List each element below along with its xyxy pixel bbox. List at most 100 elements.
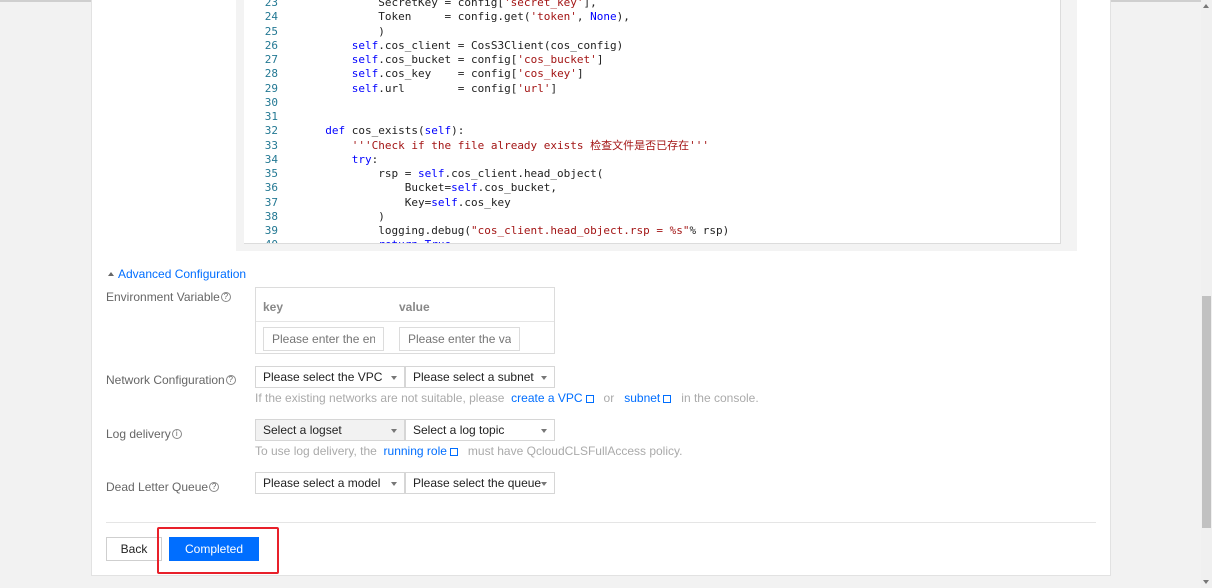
vpc-select-value: Please select the VPC bbox=[263, 370, 383, 384]
external-link-icon bbox=[585, 395, 594, 403]
code-text[interactable]: Bucket=self.cos_bucket, bbox=[312, 181, 557, 195]
env-key-input[interactable] bbox=[263, 327, 384, 351]
code-line[interactable]: 23 SecretKey = config['secret_key'], bbox=[244, 0, 1044, 10]
advanced-configuration-label: Advanced Configuration bbox=[118, 267, 247, 281]
line-number: 27 bbox=[264, 53, 278, 66]
chevron-down-icon bbox=[541, 429, 547, 433]
code-line[interactable]: 37 Key=self.cos_key bbox=[244, 196, 1044, 210]
subnet-link[interactable]: subnet bbox=[624, 391, 672, 405]
create-vpc-link-text: create a VPC bbox=[511, 391, 583, 405]
line-number: 39 bbox=[264, 224, 278, 237]
line-number: 38 bbox=[264, 209, 278, 223]
environment-variable-text: Environment Variable bbox=[106, 290, 220, 304]
dead-letter-queue-text: Dead Letter Queue bbox=[106, 480, 209, 494]
code-text[interactable]: '''Check if the file already exists 检查文件… bbox=[312, 139, 709, 153]
code-line[interactable]: 39 logging.debug("cos_client.head_object… bbox=[244, 224, 1044, 238]
code-editor[interactable]: 23 SecretKey = config['secret_key'], 24 T… bbox=[236, 0, 1077, 251]
question-circle-icon[interactable]: ? bbox=[220, 292, 231, 302]
code-line[interactable]: 33 '''Check if the file already exists 检… bbox=[244, 139, 1044, 153]
code-text[interactable]: Token = config.get('token', None), bbox=[312, 10, 630, 24]
subnet-select-value: Please select a subnet bbox=[413, 370, 534, 384]
code-line[interactable]: 25 ) bbox=[244, 25, 1044, 39]
code-text[interactable]: rsp = self.cos_client.head_object( bbox=[312, 167, 603, 181]
logset-select-value: Select a logset bbox=[263, 423, 342, 437]
environment-variable-label: Environment Variable ? bbox=[106, 289, 231, 305]
code-text[interactable]: self.url = config['url'] bbox=[312, 82, 557, 96]
dlq-queue-select-value: Please select the queue bbox=[413, 476, 542, 490]
code-line[interactable]: 28 self.cos_key = config['cos_key'] bbox=[244, 67, 1044, 81]
code-line[interactable]: 26 self.cos_client = CosS3Client(cos_con… bbox=[244, 39, 1044, 53]
code-text[interactable]: ) bbox=[312, 25, 385, 39]
line-number: 35 bbox=[264, 167, 278, 180]
network-hint-prefix: If the existing networks are not suitabl… bbox=[255, 391, 505, 405]
line-number: 26 bbox=[264, 38, 278, 52]
code-line[interactable]: 36 Bucket=self.cos_bucket, bbox=[244, 181, 1044, 195]
advanced-configuration-toggle[interactable]: Advanced Configuration bbox=[108, 266, 246, 282]
code-line[interactable]: 27 self.cos_bucket = config['cos_bucket'… bbox=[244, 53, 1044, 67]
dead-letter-queue-label: Dead Letter Queue ? bbox=[106, 479, 220, 495]
dlq-model-select[interactable]: Please select a model bbox=[255, 472, 405, 494]
chevron-down-icon bbox=[541, 376, 547, 380]
code-text[interactable]: Key=self.cos_key bbox=[312, 196, 511, 210]
code-line[interactable]: 40 return True bbox=[244, 238, 1044, 243]
code-text[interactable]: return True bbox=[312, 238, 451, 243]
back-button[interactable]: Back bbox=[106, 537, 162, 561]
log-topic-select-value: Select a log topic bbox=[413, 423, 505, 437]
scroll-down-arrow-icon[interactable] bbox=[1203, 580, 1209, 584]
caret-up-icon bbox=[108, 272, 114, 276]
code-line[interactable]: 30 bbox=[244, 96, 1044, 110]
env-key-header: key bbox=[263, 300, 284, 314]
line-number: 36 bbox=[264, 181, 278, 195]
line-number: 37 bbox=[264, 195, 278, 209]
env-header-divider bbox=[256, 321, 554, 322]
code-line[interactable]: 31 bbox=[244, 110, 1044, 124]
line-number: 24 bbox=[264, 10, 278, 24]
dlq-queue-select[interactable]: Please select the queue bbox=[405, 472, 555, 494]
logset-select[interactable]: Select a logset bbox=[255, 419, 405, 441]
code-text[interactable]: self.cos_key = config['cos_key'] bbox=[312, 67, 584, 81]
network-hint-suffix: in the console. bbox=[681, 391, 759, 405]
code-line[interactable]: 34 try: bbox=[244, 153, 1044, 167]
code-line[interactable]: 24 Token = config.get('token', None), bbox=[244, 10, 1044, 24]
subnet-link-text: subnet bbox=[624, 391, 661, 405]
code-line[interactable]: 35 rsp = self.cos_client.head_object( bbox=[244, 167, 1044, 181]
chevron-down-icon bbox=[391, 482, 397, 486]
network-configuration-text: Network Configuration bbox=[106, 373, 225, 387]
question-circle-icon[interactable]: ? bbox=[225, 375, 236, 385]
info-circle-icon[interactable]: i bbox=[171, 429, 182, 439]
log-delivery-hint: To use log delivery, the running role mu… bbox=[255, 444, 682, 458]
code-text[interactable]: SecretKey = config['secret_key'], bbox=[312, 0, 597, 10]
external-link-icon bbox=[449, 448, 458, 456]
running-role-link[interactable]: running role bbox=[384, 444, 458, 458]
subnet-select[interactable]: Please select a subnet bbox=[405, 366, 555, 388]
environment-variable-table: key value bbox=[255, 287, 555, 354]
vpc-select[interactable]: Please select the VPC bbox=[255, 366, 405, 388]
code-text[interactable]: logging.debug("cos_client.head_object.rs… bbox=[312, 224, 729, 238]
line-number: 30 bbox=[264, 95, 278, 109]
scrollbar-thumb[interactable] bbox=[1202, 296, 1211, 528]
code-text[interactable]: self.cos_client = CosS3Client(cos_config… bbox=[312, 39, 624, 53]
env-value-input[interactable] bbox=[399, 327, 520, 351]
running-role-link-text: running role bbox=[383, 444, 447, 458]
code-text[interactable]: ) bbox=[312, 210, 385, 224]
network-configuration-label: Network Configuration ? bbox=[106, 372, 236, 388]
log-delivery-label: Log delivery i bbox=[106, 426, 182, 442]
code-text[interactable]: try: bbox=[312, 153, 379, 167]
code-line[interactable]: 32 def cos_exists(self): bbox=[244, 124, 1044, 138]
line-number: 31 bbox=[264, 110, 278, 123]
line-number: 34 bbox=[264, 152, 278, 166]
code-text[interactable]: self.cos_bucket = config['cos_bucket'] bbox=[312, 53, 604, 67]
code-line[interactable]: 38 ) bbox=[244, 210, 1044, 224]
create-vpc-link[interactable]: create a VPC bbox=[511, 391, 594, 405]
question-circle-icon[interactable]: ? bbox=[209, 482, 220, 492]
highlight-annotation bbox=[157, 527, 279, 574]
code-editor-viewport[interactable]: 23 SecretKey = config['secret_key'], 24 T… bbox=[244, 0, 1061, 244]
log-delivery-text: Log delivery bbox=[106, 427, 171, 441]
line-number: 25 bbox=[264, 24, 278, 38]
code-text[interactable]: def cos_exists(self): bbox=[312, 124, 464, 138]
line-number: 40 bbox=[244, 238, 278, 243]
scroll-up-arrow-icon[interactable] bbox=[1203, 4, 1209, 8]
log-topic-select[interactable]: Select a log topic bbox=[405, 419, 555, 441]
env-value-header: value bbox=[399, 300, 430, 314]
code-line[interactable]: 29 self.url = config['url'] bbox=[244, 82, 1044, 96]
